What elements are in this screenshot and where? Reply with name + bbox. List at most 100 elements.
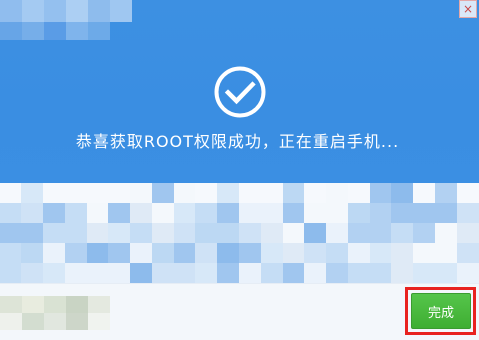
mosaic-tile <box>88 22 110 40</box>
mosaic-tile <box>108 223 131 244</box>
mosaic-tile <box>87 243 110 264</box>
mosaic-tile <box>44 313 66 330</box>
mosaic-tile <box>108 203 131 224</box>
mosaic-tile <box>283 203 306 224</box>
mosaic-tile <box>44 296 66 313</box>
mosaic-tile <box>413 243 436 264</box>
mosaic-tile <box>0 243 23 264</box>
mosaic-tile <box>88 296 110 313</box>
check-circle-icon <box>214 66 266 118</box>
mosaic-tile <box>44 22 66 40</box>
mosaic-tile <box>370 183 393 204</box>
mosaic-tile <box>130 223 153 244</box>
mosaic-tile <box>435 263 458 283</box>
mosaic-tile <box>65 263 88 283</box>
mosaic-tile <box>370 263 393 283</box>
close-button[interactable]: × <box>459 0 477 18</box>
mosaic-tile <box>348 243 371 264</box>
mosaic-tile <box>152 203 175 224</box>
mosaic-tile <box>108 183 131 204</box>
mosaic-tile <box>0 183 23 204</box>
mosaic-tile <box>195 183 218 204</box>
mosaic-tile <box>174 183 197 204</box>
mosaic-tile <box>326 263 349 283</box>
mosaic-tile <box>152 243 175 264</box>
success-message: 恭喜获取ROOT权限成功，正在重启手机... <box>75 132 400 151</box>
mosaic-tile <box>348 263 371 283</box>
mosaic-tile <box>174 203 197 224</box>
mosaic-tile <box>283 263 306 283</box>
mosaic-tile <box>283 223 306 244</box>
mosaic-tile <box>435 243 458 264</box>
mosaic-tile <box>370 223 393 244</box>
mosaic-tile <box>413 223 436 244</box>
mosaic-tile <box>66 0 88 22</box>
mosaic-tile <box>348 223 371 244</box>
mosaic-tile <box>261 263 284 283</box>
mosaic-tile <box>457 203 479 224</box>
mosaic-tile <box>22 0 44 22</box>
mosaic-tile <box>391 183 414 204</box>
mosaic-tile <box>0 0 22 22</box>
mosaic-tile <box>413 183 436 204</box>
mosaic-tile <box>457 183 479 204</box>
close-icon: × <box>462 2 474 16</box>
mosaic-tile <box>283 243 306 264</box>
mosaic-tile <box>435 223 458 244</box>
mosaic-tile <box>174 223 197 244</box>
mosaic-tile <box>261 223 284 244</box>
mosaic-tile <box>88 0 110 22</box>
mosaic-tile <box>130 263 153 283</box>
mosaic-tile <box>239 263 262 283</box>
mosaic-tile <box>152 183 175 204</box>
mosaic-tile <box>391 223 414 244</box>
mosaic-tile <box>457 243 479 264</box>
mosaic-tile <box>195 263 218 283</box>
pixelated-title <box>0 0 150 42</box>
mosaic-tile <box>43 183 66 204</box>
mosaic-tile <box>21 203 44 224</box>
mosaic-tile <box>43 223 66 244</box>
mosaic-tile <box>0 313 22 330</box>
mosaic-tile <box>348 183 371 204</box>
mosaic-tile <box>130 203 153 224</box>
mosaic-tile <box>217 183 240 204</box>
mosaic-tile <box>66 22 88 40</box>
mosaic-tile <box>65 223 88 244</box>
mosaic-tile <box>326 243 349 264</box>
mosaic-tile <box>283 183 306 204</box>
mosaic-tile <box>217 243 240 264</box>
mosaic-tile <box>304 183 327 204</box>
mosaic-tile <box>108 243 131 264</box>
mosaic-tile <box>44 0 66 22</box>
mosaic-tile <box>130 243 153 264</box>
mosaic-tile <box>87 223 110 244</box>
mosaic-tile <box>304 203 327 224</box>
mosaic-tile <box>217 263 240 283</box>
mosaic-tile <box>65 183 88 204</box>
mosaic-tile <box>21 243 44 264</box>
mosaic-tile <box>174 263 197 283</box>
mosaic-tile <box>152 263 175 283</box>
root-success-dialog: × 恭喜获取ROOT权限成功，正在重启手机... 完成 <box>0 0 479 340</box>
mosaic-tile <box>239 223 262 244</box>
mosaic-tile <box>413 203 436 224</box>
mosaic-tile <box>391 203 414 224</box>
mosaic-tile <box>130 183 153 204</box>
mosaic-tile <box>65 203 88 224</box>
mosaic-tile <box>304 223 327 244</box>
dialog-header: × 恭喜获取ROOT权限成功，正在重启手机... <box>0 0 479 183</box>
mosaic-tile <box>66 313 88 330</box>
mosaic-tile <box>239 243 262 264</box>
mosaic-tile <box>0 203 23 224</box>
mosaic-tile <box>457 223 479 244</box>
mosaic-tile <box>21 263 44 283</box>
mosaic-tile <box>261 203 284 224</box>
mosaic-tile <box>88 313 110 330</box>
mosaic-tile <box>43 203 66 224</box>
done-button[interactable]: 完成 <box>411 293 471 329</box>
mosaic-tile <box>391 263 414 283</box>
mosaic-tile <box>43 263 66 283</box>
pixelated-content <box>0 183 479 283</box>
mosaic-tile <box>217 223 240 244</box>
